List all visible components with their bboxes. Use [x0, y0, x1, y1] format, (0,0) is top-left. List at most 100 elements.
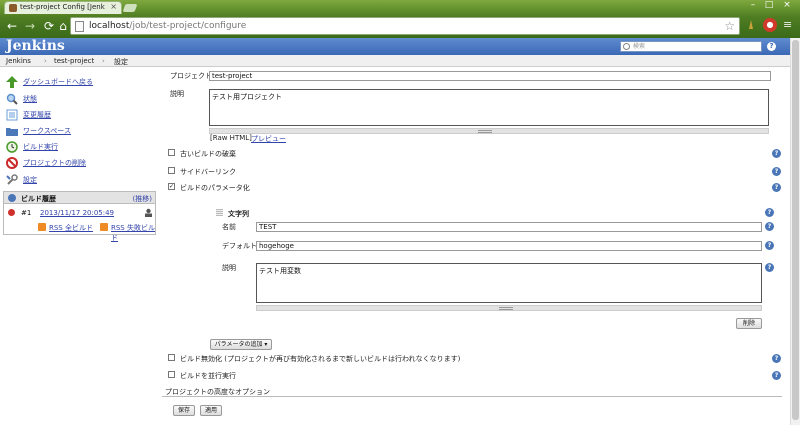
sidebar-link-label: サイドバーリンク [180, 168, 236, 176]
extension-badge-icon[interactable]: ● [763, 18, 777, 32]
description-textarea[interactable]: テスト用プロジェクト [209, 89, 769, 126]
help-icon[interactable]: ? [765, 263, 774, 272]
breadcrumb: Jenkins › test-project › 設定 [0, 55, 790, 67]
project-name-input[interactable]: test-project [209, 71, 771, 81]
rss-failed-link[interactable]: RSS 失敗ビルド [111, 223, 155, 243]
param-name-label: 名前 [222, 223, 236, 231]
jenkins-logo[interactable]: Jenkins [6, 38, 65, 54]
up-arrow-icon [6, 76, 18, 88]
help-icon[interactable]: ? [772, 167, 781, 176]
rss-icon [100, 223, 108, 231]
header-help-icon[interactable]: ? [767, 42, 776, 51]
build-status-red-icon [8, 209, 15, 216]
discard-old-builds-checkbox[interactable] [168, 149, 175, 156]
help-icon[interactable]: ? [765, 222, 774, 231]
back-arrow-icon[interactable]: ← [5, 19, 19, 33]
save-button[interactable]: 保存 [173, 405, 195, 416]
sidebar-item-label: プロジェクトの削除 [23, 159, 86, 167]
browser-chrome: test-project Config [Jenk × – □ × ← → ⟳ … [0, 0, 800, 38]
sidebar-item-changes[interactable]: 変更履歴 [6, 108, 156, 122]
help-icon[interactable]: ? [765, 241, 774, 250]
help-icon[interactable]: ? [772, 354, 781, 363]
scrollbar-thumb[interactable] [792, 40, 799, 420]
description-label: 説明 [170, 90, 184, 98]
extension-icon[interactable] [745, 19, 757, 31]
build-trend-link[interactable]: (推移) [133, 194, 152, 204]
breadcrumb-jenkins[interactable]: Jenkins [6, 57, 31, 65]
delete-param-button[interactable]: 削除 [736, 318, 762, 329]
tab-title: test-project Config [Jenk [20, 3, 105, 11]
string-param-title: 文字列 [228, 210, 249, 218]
description-resize-handle[interactable] [209, 128, 769, 134]
config-form: プロジェクト名 test-project 説明 テスト用プロジェクト [Raw … [162, 67, 790, 425]
browser-menu-icon[interactable]: ≡ [783, 19, 795, 31]
search-input[interactable]: 検索 [620, 41, 762, 52]
sidebar-item-label: 設定 [23, 176, 37, 184]
jenkins-header: Jenkins 検索 ? [0, 38, 790, 55]
tab-close-icon[interactable]: × [110, 2, 117, 11]
apply-button[interactable]: 適用 [200, 405, 222, 416]
disable-build-checkbox[interactable] [168, 354, 175, 361]
preview-link[interactable]: プレビュー [251, 134, 286, 144]
parameterized-build-checkbox[interactable]: ✓ [168, 183, 175, 190]
maximize-icon[interactable]: □ [762, 1, 776, 11]
add-parameter-button[interactable]: パラメータの追加 ▾ [210, 339, 272, 350]
help-icon[interactable]: ? [772, 183, 781, 192]
sidebar-item-delete-project[interactable]: プロジェクトの削除 [6, 156, 156, 170]
drag-handle-icon[interactable] [216, 209, 223, 216]
no-entry-icon [6, 157, 18, 169]
parameterized-build-label: ビルドのパラメータ化 [180, 184, 250, 192]
sidebar-item-label: ビルド実行 [23, 143, 58, 151]
sidebar-item-workspace[interactable]: ワークスペース [6, 124, 156, 138]
browser-tab[interactable]: test-project Config [Jenk × [4, 1, 122, 14]
page-scrollbar[interactable] [790, 38, 800, 425]
help-icon[interactable]: ? [772, 371, 781, 380]
clock-icon [6, 141, 18, 153]
help-icon[interactable]: ? [772, 149, 781, 158]
param-description-label: 説明 [222, 264, 236, 272]
rss-all-link[interactable]: RSS 全ビルド [49, 223, 93, 233]
address-bar[interactable]: localhost/job/test-project/configure ☆ [70, 17, 740, 35]
sidebar-item-build-now[interactable]: ビルド実行 [6, 140, 156, 154]
sidebar-item-label: ワークスペース [23, 127, 71, 135]
magnifier-icon [6, 93, 18, 105]
build-history-icon [8, 194, 16, 202]
advanced-options-divider [162, 396, 782, 397]
console-output-icon[interactable] [144, 208, 153, 217]
breadcrumb-configure[interactable]: 設定 [114, 57, 128, 67]
breadcrumb-separator: › [102, 57, 105, 65]
rss-icon [38, 223, 46, 231]
breadcrumb-separator: › [44, 57, 47, 65]
minimize-icon[interactable]: – [746, 1, 760, 11]
home-icon[interactable]: ⌂ [56, 19, 70, 33]
param-name-input[interactable]: TEST [256, 222, 762, 232]
search-placeholder: 検索 [633, 43, 646, 50]
notepad-icon [6, 109, 18, 121]
build-date-link[interactable]: 2013/11/17 20:05:49 [40, 209, 114, 217]
sidebar-item-label: ダッシュボードへ戻る [23, 78, 93, 86]
disable-build-label: ビルド無効化 (プロジェクトが再び有効化されるまで新しいビルドは行われなくなりま… [180, 355, 461, 363]
sidebar-item-status[interactable]: 状態 [6, 92, 156, 106]
param-description-textarea[interactable]: テスト用変数 [256, 263, 762, 303]
sidebar-item-dashboard[interactable]: ダッシュボードへ戻る [6, 75, 156, 89]
param-description-resize-handle[interactable] [256, 305, 762, 311]
build-history-panel: ビルド履歴 (推移) #1 2013/11/17 20:05:49 RSS 全ビ… [3, 191, 156, 242]
help-icon[interactable]: ? [765, 208, 774, 217]
wrench-icon [6, 174, 18, 185]
build-number: #1 [21, 209, 32, 217]
raw-html-label: [Raw HTML] [210, 134, 252, 142]
build-history-header: ビルド履歴 (推移) [4, 192, 155, 204]
concurrent-build-checkbox[interactable] [168, 371, 175, 378]
page-icon [75, 21, 84, 32]
reload-icon[interactable]: ⟳ [42, 19, 56, 33]
breadcrumb-project[interactable]: test-project [54, 57, 94, 65]
browser-toolbar: ← → ⟳ ⌂ localhost/job/test-project/confi… [0, 14, 800, 38]
bookmark-star-icon[interactable]: ☆ [724, 19, 735, 33]
new-tab-button[interactable] [122, 4, 138, 12]
sidebar-link-checkbox[interactable] [168, 167, 175, 174]
window-close-icon[interactable]: × [780, 1, 794, 11]
sidebar-item-configure[interactable]: 設定 [6, 173, 156, 187]
build-history-title: ビルド履歴 [21, 195, 56, 203]
param-default-input[interactable]: hogehoge [256, 241, 762, 251]
forward-arrow-icon[interactable]: → [23, 19, 37, 33]
